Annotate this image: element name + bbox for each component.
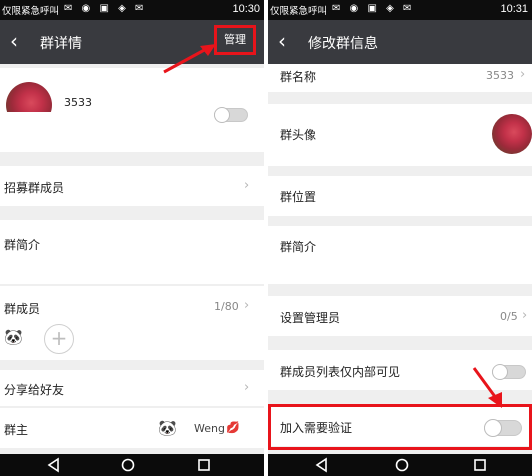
- status-icons: ✉ ◉ ▣ ◈ ✉: [332, 3, 415, 14]
- group-name-label: 群名称: [280, 70, 317, 84]
- avatar-label: 群头像: [280, 128, 317, 142]
- add-member-button[interactable]: +: [44, 324, 74, 354]
- chevron-right-icon: ›: [244, 178, 250, 193]
- share-to-friends-row[interactable]: 分享给好友 ›: [0, 370, 264, 406]
- share-label: 分享给好友: [4, 383, 65, 397]
- group-name: 3533: [64, 96, 92, 109]
- admin-count: 0/5: [500, 310, 518, 323]
- admin-label: 设置管理员: [280, 311, 341, 325]
- triangle-back-icon[interactable]: [46, 457, 62, 473]
- app-bar: ‹ 群详情 管理: [0, 20, 264, 64]
- members-label: 群成员: [4, 302, 41, 316]
- page-title: 群详情: [40, 36, 82, 52]
- group-header-card: 3533: [0, 68, 264, 152]
- chevron-right-icon: ›: [520, 67, 526, 82]
- back-arrow-icon[interactable]: ‹: [278, 29, 286, 53]
- chevron-right-icon: ›: [522, 308, 528, 323]
- group-avatar: [492, 114, 532, 154]
- group-intro-row[interactable]: 群简介: [268, 226, 532, 284]
- set-admin-row[interactable]: 设置管理员 0/5 ›: [268, 296, 532, 336]
- back-arrow-icon[interactable]: ‹: [10, 29, 18, 53]
- circle-home-icon[interactable]: [394, 457, 410, 473]
- owner-label: 群主: [4, 423, 29, 437]
- status-bar: 仅限紧急呼叫 ✉ ◉ ▣ ◈ ✉ 10:31: [268, 0, 532, 20]
- group-details-screen: 仅限紧急呼叫 ✉ ◉ ▣ ◈ ✉ 10:30 ‹ 群详情 管理 3533 招募群…: [0, 0, 264, 476]
- group-owner-row[interactable]: 群主 🐼 Weng 💋: [0, 408, 264, 448]
- group-name-row[interactable]: 群名称 3533 ›: [268, 64, 532, 92]
- intro-label: 群简介: [4, 238, 41, 252]
- group-intro-row[interactable]: 群简介: [0, 220, 264, 284]
- intro-label: 群简介: [280, 240, 317, 254]
- navigation-bar: [0, 454, 264, 476]
- carrier-text: 仅限紧急呼叫: [2, 6, 60, 17]
- annotation-arrow-icon: [163, 44, 216, 74]
- status-time: 10:30: [232, 3, 260, 15]
- app-bar: ‹ 修改群信息: [268, 20, 532, 64]
- square-recent-icon[interactable]: [196, 457, 212, 473]
- member-list-label: 群成员列表仅内部可见: [280, 365, 401, 379]
- square-recent-icon[interactable]: [472, 457, 488, 473]
- members-count: 1/80: [214, 300, 239, 313]
- recruit-label: 招募群成员: [4, 181, 65, 195]
- lips-icon: 💋: [226, 421, 240, 434]
- edit-group-info-screen: 仅限紧急呼叫 ✉ ◉ ▣ ◈ ✉ 10:31 ‹ 修改群信息 群名称 3533 …: [268, 0, 532, 476]
- member-avatar[interactable]: 🐼: [4, 328, 23, 346]
- recruit-members-row[interactable]: 招募群成员 ›: [0, 166, 264, 206]
- navigation-bar: [268, 454, 532, 476]
- carrier-text: 仅限紧急呼叫: [270, 6, 328, 17]
- location-label: 群位置: [280, 190, 317, 204]
- triangle-back-icon[interactable]: [314, 457, 330, 473]
- status-time: 10:31: [500, 3, 528, 15]
- chevron-right-icon: ›: [244, 298, 250, 313]
- group-members-row[interactable]: 群成员 1/80 › 🐼 +: [0, 286, 264, 360]
- page-title: 修改群信息: [308, 36, 378, 52]
- group-location-row[interactable]: 群位置: [268, 176, 532, 216]
- manage-button[interactable]: 管理: [214, 25, 256, 55]
- group-name-value: 3533: [486, 69, 514, 82]
- group-avatar-row[interactable]: 群头像: [268, 104, 532, 166]
- header-toggle[interactable]: [214, 107, 248, 123]
- status-bar: 仅限紧急呼叫 ✉ ◉ ▣ ◈ ✉ 10:30: [0, 0, 264, 20]
- chevron-right-icon: ›: [244, 380, 250, 395]
- annotation-arrow-icon: [472, 367, 502, 408]
- circle-home-icon[interactable]: [120, 457, 136, 473]
- status-icons: ✉ ◉ ▣ ◈ ✉: [64, 3, 147, 14]
- owner-name: Weng: [194, 422, 225, 435]
- owner-avatar: 🐼: [158, 419, 177, 437]
